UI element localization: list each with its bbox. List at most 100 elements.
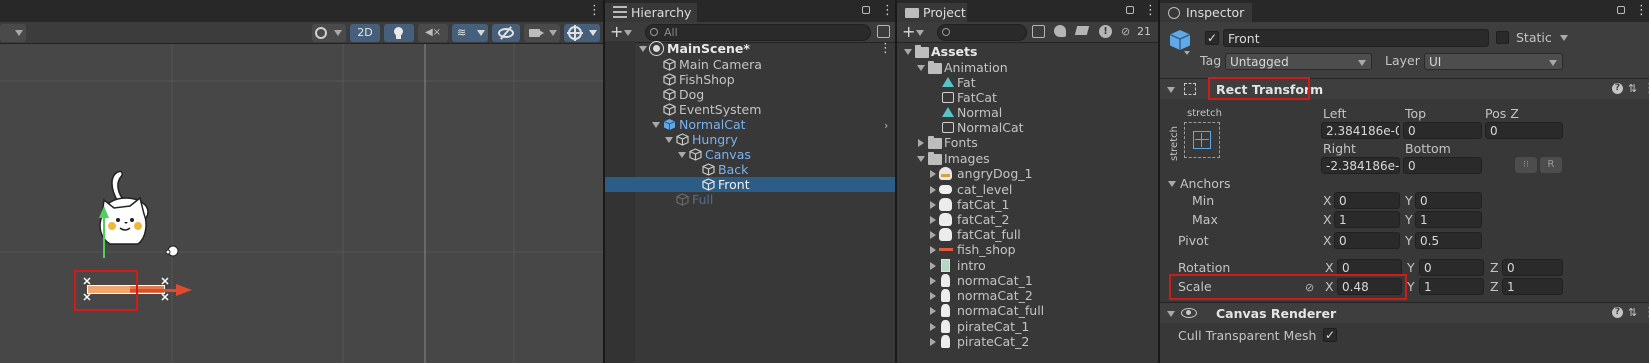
anchor-presets-button[interactable] bbox=[1184, 122, 1220, 158]
scale-z-input[interactable]: 1 bbox=[1502, 278, 1563, 295]
project-item-fatcat-2[interactable]: fatCat_2 bbox=[897, 212, 1158, 227]
object-name-field[interactable]: Front bbox=[1223, 29, 1489, 47]
grid-snap-dropdown[interactable] bbox=[0, 24, 26, 42]
preset-settings-icon[interactable]: ⇅ bbox=[1628, 83, 1639, 94]
scene-row-menu-icon[interactable]: ⋮ bbox=[879, 41, 892, 56]
project-lock-icon[interactable] bbox=[1126, 6, 1134, 14]
project-search-input[interactable] bbox=[937, 24, 1027, 41]
hierarchy-item-back[interactable]: Back bbox=[605, 162, 895, 177]
project-item-fatcat-1[interactable]: fatCat_1 bbox=[897, 197, 1158, 212]
tab-inspector[interactable]: Inspector bbox=[1160, 3, 1252, 22]
camera-dropdown[interactable] bbox=[524, 24, 560, 42]
effects-dropdown[interactable]: ≋ bbox=[452, 24, 488, 42]
project-item-normacat-1[interactable]: normaCat_1 bbox=[897, 273, 1158, 288]
project-item-assets[interactable]: Assets bbox=[897, 44, 1158, 59]
rect-transform-header[interactable]: Rect Transform ? ⇅ ⋮ bbox=[1160, 77, 1649, 100]
left-input[interactable]: 2.384186e-07 bbox=[1321, 122, 1400, 139]
project-item-fonts[interactable]: Fonts bbox=[897, 135, 1158, 150]
scale-y-input[interactable]: 1 bbox=[1419, 278, 1484, 295]
project-more-menu-icon[interactable]: ⋮ bbox=[1144, 3, 1157, 18]
scene-row[interactable]: MainScene* ⋮ bbox=[605, 41, 895, 56]
inspector-more-menu-icon[interactable]: ⋮ bbox=[1635, 3, 1648, 18]
rotation-y-input[interactable]: 0 bbox=[1419, 259, 1484, 276]
project-item-animation[interactable]: Animation bbox=[897, 60, 1158, 75]
project-add-dropdown[interactable]: + bbox=[902, 22, 928, 42]
posz-input[interactable]: 0 bbox=[1485, 122, 1563, 139]
active-checkbox[interactable]: ✓ bbox=[1205, 31, 1219, 45]
right-input[interactable]: -2.384186e-07 bbox=[1321, 157, 1400, 174]
search-by-type-icon[interactable] bbox=[1032, 25, 1045, 38]
hierarchy-lock-icon[interactable] bbox=[862, 6, 870, 14]
hierarchy-item-full[interactable]: Full bbox=[605, 192, 895, 207]
project-item-angrydog[interactable]: angryDog_1 bbox=[897, 166, 1158, 181]
hierarchy-item-eventsystem[interactable]: EventSystem bbox=[605, 102, 895, 117]
hierarchy-item-fishshop[interactable]: FishShop bbox=[605, 72, 895, 87]
project-item-fat[interactable]: Fat bbox=[897, 75, 1158, 90]
scene-more-menu-icon[interactable]: ⋮ bbox=[588, 4, 601, 18]
lighting-toggle[interactable] bbox=[384, 24, 414, 42]
hierarchy-item-main-camera[interactable]: Main Camera bbox=[605, 57, 895, 72]
layer-dropdown[interactable]: UI bbox=[1424, 53, 1563, 70]
filter-by-label-icon[interactable] bbox=[1074, 26, 1090, 35]
hierarchy-item-front-selected[interactable]: Front bbox=[605, 177, 895, 192]
hierarchy-list-icon bbox=[613, 6, 627, 18]
scene-canvas[interactable] bbox=[0, 44, 603, 363]
project-item-fatcat[interactable]: FatCat bbox=[897, 90, 1158, 105]
hidden-packages-icon[interactable]: ⊘ bbox=[1121, 25, 1135, 38]
filter-by-type-icon[interactable] bbox=[1054, 25, 1066, 37]
pivot-y-input[interactable]: 0.5 bbox=[1415, 232, 1482, 249]
warning-filter-icon[interactable]: ! bbox=[1099, 25, 1112, 38]
hierarchy-item-hungry[interactable]: Hungry bbox=[605, 132, 895, 147]
raw-edit-button[interactable]: R bbox=[1540, 157, 1562, 173]
component-menu-icon[interactable]: ⋮ bbox=[1643, 305, 1649, 320]
hierarchy-item-canvas[interactable]: Canvas bbox=[605, 147, 895, 162]
anchor-max-x-input[interactable]: 1 bbox=[1334, 211, 1400, 228]
pivot-x-input[interactable]: 0 bbox=[1334, 232, 1400, 249]
move-gizmo-x-arrowhead-icon[interactable] bbox=[176, 284, 192, 296]
project-item-images[interactable]: Images bbox=[897, 151, 1158, 166]
project-item-normacat-2[interactable]: normaCat_2 bbox=[897, 288, 1158, 303]
gizmos-dropdown[interactable] bbox=[564, 24, 600, 42]
preset-settings-icon[interactable]: ⇅ bbox=[1628, 307, 1639, 318]
blueprint-mode-button[interactable]: ⁝⁝ bbox=[1515, 157, 1537, 173]
top-input[interactable]: 0 bbox=[1403, 122, 1482, 139]
shading-mode-dropdown[interactable] bbox=[312, 24, 346, 42]
hierarchy-add-dropdown[interactable]: + bbox=[610, 22, 636, 42]
tab-project[interactable]: Project bbox=[897, 3, 967, 22]
mode-2d-toggle[interactable]: 2D bbox=[350, 24, 380, 42]
anchors-foldout[interactable]: Anchors bbox=[1166, 176, 1266, 191]
project-item-fatcat-full[interactable]: fatCat_full bbox=[897, 227, 1158, 242]
hierarchy-more-menu-icon[interactable]: ⋮ bbox=[881, 3, 894, 18]
scene-visibility-toggle[interactable] bbox=[492, 24, 520, 42]
hierarchy-search-options-icon[interactable] bbox=[877, 25, 890, 38]
tab-hierarchy[interactable]: Hierarchy bbox=[605, 3, 697, 22]
inspector-lock-icon[interactable] bbox=[1617, 6, 1625, 14]
cull-transparent-mesh-checkbox[interactable]: ✓ bbox=[1323, 328, 1337, 342]
chevron-right-icon[interactable]: › bbox=[884, 119, 888, 132]
help-icon[interactable]: ? bbox=[1612, 83, 1623, 94]
anchor-max-y-input[interactable]: 1 bbox=[1415, 211, 1482, 228]
static-checkbox[interactable] bbox=[1496, 31, 1509, 44]
hierarchy-item-dog[interactable]: Dog bbox=[605, 87, 895, 102]
component-menu-icon[interactable]: ⋮ bbox=[1643, 81, 1649, 96]
hierarchy-search-input[interactable]: All bbox=[645, 24, 871, 41]
project-item-normacat-full[interactable]: normaCat_full bbox=[897, 303, 1158, 318]
project-item-intro[interactable]: intro bbox=[897, 258, 1158, 273]
audio-toggle[interactable]: ◀× bbox=[418, 24, 448, 42]
help-icon[interactable]: ? bbox=[1612, 307, 1623, 318]
canvas-renderer-header[interactable]: Canvas Renderer ? ⇅ ⋮ bbox=[1160, 302, 1649, 323]
hierarchy-item-normalcat[interactable]: NormalCat › bbox=[605, 117, 895, 132]
tag-dropdown[interactable]: Untagged bbox=[1225, 53, 1372, 70]
icon-dropdown[interactable] bbox=[1184, 51, 1190, 55]
bottom-input[interactable]: 0 bbox=[1403, 157, 1482, 174]
project-item-fish-shop[interactable]: fish_shop bbox=[897, 242, 1158, 257]
anchor-min-x-input[interactable]: 0 bbox=[1334, 192, 1400, 209]
project-item-piratecat-1[interactable]: pirateCat_1 bbox=[897, 319, 1158, 334]
project-item-normal[interactable]: Normal bbox=[897, 105, 1158, 120]
project-item-normalcat[interactable]: NormalCat bbox=[897, 120, 1158, 135]
project-item-piratecat-2[interactable]: pirateCat_2 bbox=[897, 334, 1158, 349]
anchor-min-y-input[interactable]: 0 bbox=[1415, 192, 1482, 209]
rotation-z-input[interactable]: 0 bbox=[1502, 259, 1563, 276]
project-item-cat-level[interactable]: cat_level bbox=[897, 182, 1158, 197]
static-dropdown[interactable] bbox=[1560, 35, 1568, 41]
